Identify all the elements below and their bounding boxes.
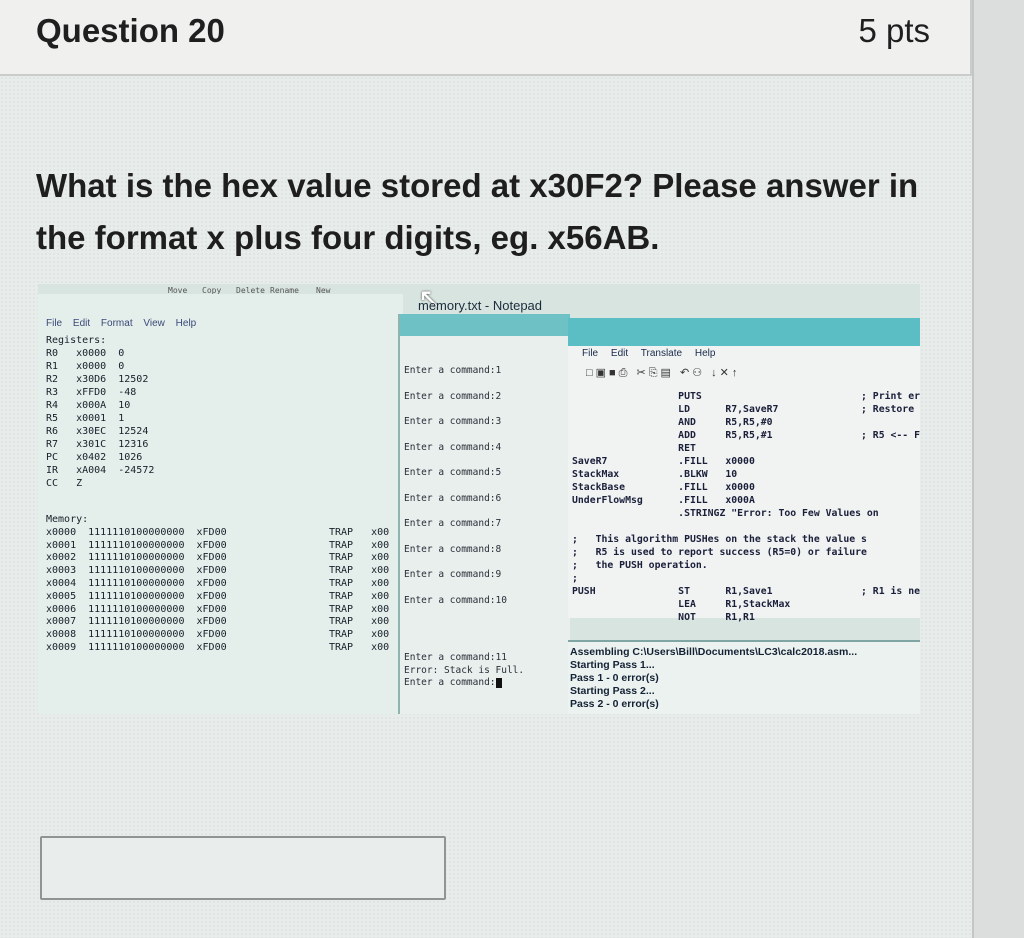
editor-toolbar-icons: □▣■⎙ ✂⎘▤ ↶⚇ ↓✕↑ xyxy=(586,367,741,379)
editor-menu-translate: Translate xyxy=(640,348,683,359)
assembler-output: Assembling C:\Users\Bill\Documents\LC3\c… xyxy=(570,646,858,710)
console-window: Enter a command:1 Enter a command:2 Ente… xyxy=(398,314,570,714)
output-window: Assembling C:\Users\Bill\Documents\LC3\c… xyxy=(568,640,920,714)
editor-menu-file: File xyxy=(582,348,599,359)
answer-input[interactable] xyxy=(40,836,446,900)
menu-format: Format xyxy=(100,318,133,329)
editor-menu-help: Help xyxy=(694,348,716,359)
simulator-menu: File Edit Format View Help xyxy=(46,318,204,329)
menu-view: View xyxy=(143,318,165,329)
registers-listing: Registers: R0 x0000 0 R1 x0000 0 R2 x30D… xyxy=(46,335,155,489)
console-footer: Enter a command:11 Error: Stack is Full.… xyxy=(404,652,524,690)
right-margin xyxy=(972,0,1024,938)
menu-help: Help xyxy=(175,318,197,329)
menu-file: File xyxy=(46,318,63,329)
console-titlebar xyxy=(400,314,570,336)
assembly-code: PUTS ; Print err LD R7,SaveR7 ; Restore … xyxy=(572,391,920,623)
console-footer-text: Enter a command:11 Error: Stack is Full.… xyxy=(404,652,525,688)
editor-titlebar xyxy=(568,318,920,346)
question-title: Question 20 xyxy=(36,12,225,49)
editor-menu: File Edit Translate Help xyxy=(582,348,725,359)
quiz-page: Question 20 5 pts What is the hex value … xyxy=(0,0,972,938)
editor-window: File Edit Translate Help □▣■⎙ ✂⎘▤ ↶⚇ ↓✕↑… xyxy=(568,318,920,623)
embedded-screenshot: Move Copy Delete Rename New File Edit Fo… xyxy=(38,284,920,714)
editor-menu-edit: Edit xyxy=(610,348,629,359)
menu-edit: Edit xyxy=(72,318,91,329)
notepad-title: memory.txt - Notepad xyxy=(418,298,543,313)
text-cursor-icon xyxy=(495,677,502,688)
simulator-window: File Edit Format View Help Registers: R0… xyxy=(38,294,403,714)
question-text: What is the hex value stored at x30F2? P… xyxy=(36,167,919,256)
memory-listing: Memory: x0000 1111110100000000 xFD00 TRA… xyxy=(46,514,390,653)
question-header: Question 20 5 pts xyxy=(0,0,972,76)
console-lines: Enter a command:1 Enter a command:2 Ente… xyxy=(404,365,507,606)
question-points: 5 pts xyxy=(858,12,930,49)
